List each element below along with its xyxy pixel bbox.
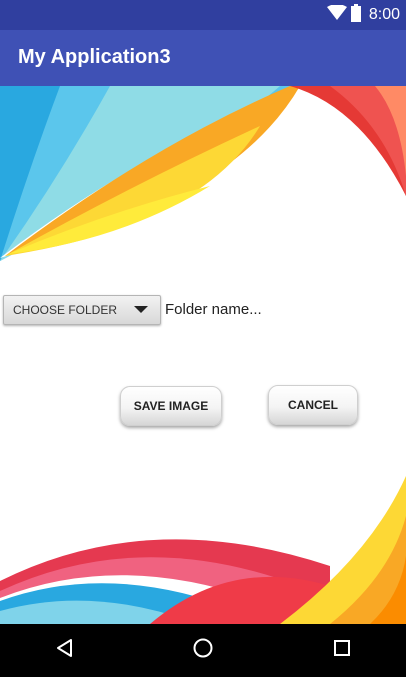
back-button[interactable] — [35, 624, 95, 677]
status-bar: 8:00 — [0, 0, 406, 30]
cancel-button[interactable]: CANCEL — [268, 385, 358, 425]
recents-button[interactable] — [312, 624, 372, 677]
home-button[interactable] — [173, 624, 233, 677]
dropdown-arrow-icon — [134, 306, 148, 313]
main-content: CHOOSE FOLDER Folder name... SAVE IMAGE … — [0, 86, 406, 624]
wifi-icon — [326, 3, 347, 26]
background-art-image — [0, 86, 406, 624]
app-title: My Application3 — [18, 46, 171, 68]
back-icon — [55, 638, 75, 663]
home-icon — [192, 637, 214, 664]
status-time: 8:00 — [368, 6, 400, 23]
choose-folder-spinner[interactable]: CHOOSE FOLDER — [3, 295, 161, 325]
navigation-bar — [0, 624, 406, 677]
battery-icon — [350, 3, 361, 27]
app-bar: My Application3 — [0, 30, 406, 86]
status-icons: 8:00 — [326, 0, 400, 30]
recents-icon — [333, 639, 351, 662]
folder-name-input[interactable]: Folder name... — [165, 301, 262, 318]
save-image-button[interactable]: SAVE IMAGE — [120, 386, 222, 426]
choose-folder-label: CHOOSE FOLDER — [13, 303, 118, 317]
